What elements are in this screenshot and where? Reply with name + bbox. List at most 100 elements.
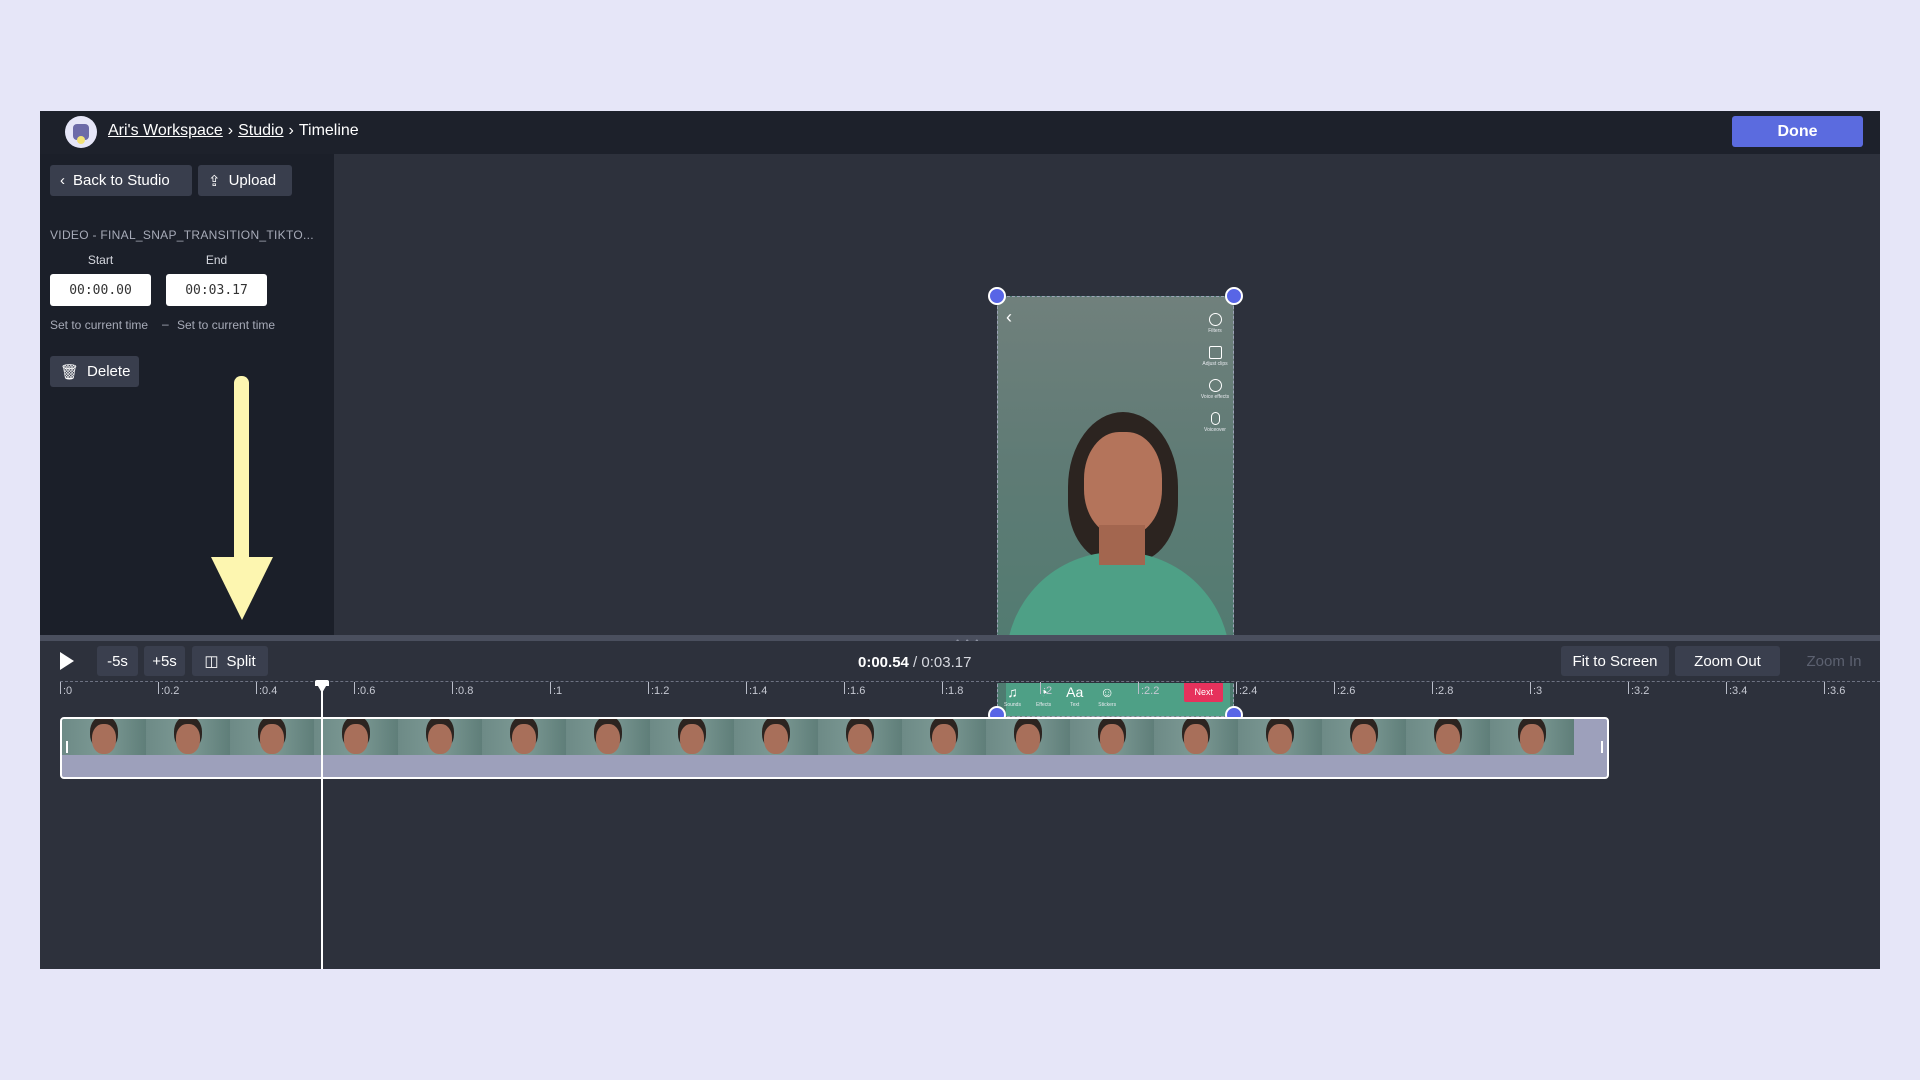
clip-thumbnail: [1238, 719, 1322, 755]
current-time: 0:00.54: [858, 654, 909, 671]
total-time: 0:03.17: [921, 654, 972, 671]
back-label: Back to Studio: [73, 172, 170, 189]
ruler-tick-label: :1.8: [945, 685, 964, 697]
ruler-tick-label: :1.2: [651, 685, 670, 697]
clip-thumbnail: [1154, 719, 1238, 755]
time-separator: /: [908, 654, 922, 671]
ruler-tick-label: :3.6: [1827, 685, 1846, 697]
ruler-tick-label: :3: [1533, 685, 1543, 697]
ruler-tick-label: :0.4: [259, 685, 278, 697]
range-separator: –: [162, 317, 169, 331]
delete-label: Delete: [87, 363, 131, 380]
ruler-tick: [1628, 682, 1629, 694]
ruler-tick-label: :0.6: [357, 685, 376, 697]
clip-thumbnail: [650, 719, 734, 755]
ruler-tick: [1824, 682, 1825, 694]
forward-5s-button[interactable]: +5s: [144, 646, 185, 676]
clip-thumbnail: [230, 719, 314, 755]
trim-handle-right[interactable]: [1601, 741, 1603, 753]
fit-to-screen-button[interactable]: Fit to Screen: [1561, 646, 1669, 676]
breadcrumb-separator: ›: [227, 122, 234, 139]
voice-effects-icon: [1208, 379, 1222, 392]
ruler-tick: [256, 682, 257, 694]
timeline-ruler[interactable]: :0:0.2:0.4:0.6:0.8:1:1.2:1.4:1.6:1.8:2:2…: [60, 681, 1880, 704]
zoom-in-button[interactable]: Zoom In: [1788, 646, 1880, 676]
ruler-tick: [1138, 682, 1139, 694]
video-back-icon: ‹: [1006, 307, 1012, 327]
clip-thumbnail: [734, 719, 818, 755]
subject-neck: [1099, 525, 1145, 565]
ruler-tick: [844, 682, 845, 694]
resize-handle-top-left[interactable]: [988, 287, 1006, 305]
ruler-tick: [746, 682, 747, 694]
clip-thumbnail: [482, 719, 566, 755]
breadcrumb-workspace[interactable]: Ari's Workspace: [108, 122, 223, 139]
end-time-input[interactable]: 00:03.17: [166, 274, 267, 306]
rewind-5s-button[interactable]: -5s: [97, 646, 138, 676]
split-label: Split: [226, 652, 256, 670]
voice-effects-tool-label: Voice effects: [1200, 394, 1230, 400]
clip-thumbnail: [566, 719, 650, 755]
clip-thumbnails: [62, 719, 1607, 755]
video-side-tools: Filters Adjust clips Voice effects Voice…: [1201, 313, 1229, 433]
filters-icon: [1208, 313, 1222, 326]
end-label: End: [205, 253, 228, 267]
ruler-tick: [942, 682, 943, 694]
delete-button[interactable]: 🗑 Delete: [50, 356, 139, 387]
timeline-controls: -5s +5s ◫ Split 0:00.54 / 0:03.17 Fit to…: [40, 641, 1880, 683]
upload-label: Upload: [228, 172, 277, 189]
resize-handle-top-right[interactable]: [1225, 287, 1243, 305]
ruler-tick-label: :1: [553, 685, 563, 697]
ruler-tick-label: :3.4: [1729, 685, 1748, 697]
adjust-clips-icon: [1208, 346, 1222, 359]
video-clip-track[interactable]: [60, 717, 1609, 779]
ruler-tick-label: :1.4: [749, 685, 768, 697]
ruler-tick: [1236, 682, 1237, 694]
start-label: Start: [87, 253, 114, 267]
voice-effects-tool: Voice effects: [1201, 379, 1229, 400]
ruler-tick-label: :2.6: [1337, 685, 1356, 697]
ruler-tick: [1040, 682, 1041, 694]
trim-handle-left[interactable]: [66, 741, 68, 753]
split-icon: ◫: [204, 653, 219, 670]
ruler-tick: [452, 682, 453, 694]
trash-icon: 🗑: [60, 363, 80, 381]
start-time-input[interactable]: 00:00.00: [50, 274, 151, 306]
subject-face: [1084, 432, 1162, 536]
ruler-tick: [648, 682, 649, 694]
clip-thumbnail: [314, 719, 398, 755]
top-bar: Ari's Workspace › Studio › Timeline Done: [40, 111, 1880, 154]
ruler-tick-label: :2.2: [1141, 685, 1160, 697]
adjust-clips-tool: Adjust clips: [1202, 346, 1228, 367]
breadcrumb-separator: ›: [288, 122, 294, 139]
time-display: 0:00.54 / 0:03.17: [858, 654, 971, 671]
playhead-line[interactable]: [321, 691, 323, 969]
breadcrumb-studio[interactable]: Studio: [238, 122, 283, 139]
split-button[interactable]: ◫ Split: [192, 646, 268, 676]
clip-thumbnail: [398, 719, 482, 755]
microphone-icon: [1210, 412, 1220, 425]
adjust-clips-tool-label: Adjust clips: [1202, 361, 1228, 367]
clip-thumbnail: [902, 719, 986, 755]
ruler-tick: [550, 682, 551, 694]
clip-thumbnail: [62, 719, 146, 755]
zoom-out-button[interactable]: Zoom Out: [1675, 646, 1780, 676]
done-button[interactable]: Done: [1732, 116, 1863, 147]
voiceover-tool-label: Voiceover: [1204, 427, 1226, 433]
ruler-tick-label: :2: [1043, 685, 1053, 697]
sidebar: ‹ Back to Studio ⇪ Upload VIDEO - FINAL_…: [40, 154, 334, 635]
play-icon[interactable]: [60, 652, 74, 670]
workspace-avatar[interactable]: [65, 116, 97, 148]
set-start-current-link[interactable]: Set to current time: [50, 318, 148, 332]
ruler-tick: [1334, 682, 1335, 694]
upload-button[interactable]: ⇪ Upload: [198, 165, 292, 196]
filters-tool: Filters: [1208, 313, 1222, 334]
ruler-tick-label: :2.8: [1435, 685, 1454, 697]
clip-thumbnail: [1070, 719, 1154, 755]
clip-thumbnail: [986, 719, 1070, 755]
ruler-tick-label: :2.4: [1239, 685, 1258, 697]
ruler-tick: [1530, 682, 1531, 694]
filters-tool-label: Filters: [1208, 328, 1222, 334]
set-end-current-link[interactable]: Set to current time: [177, 318, 275, 332]
back-to-studio-button[interactable]: ‹ Back to Studio: [50, 165, 192, 196]
